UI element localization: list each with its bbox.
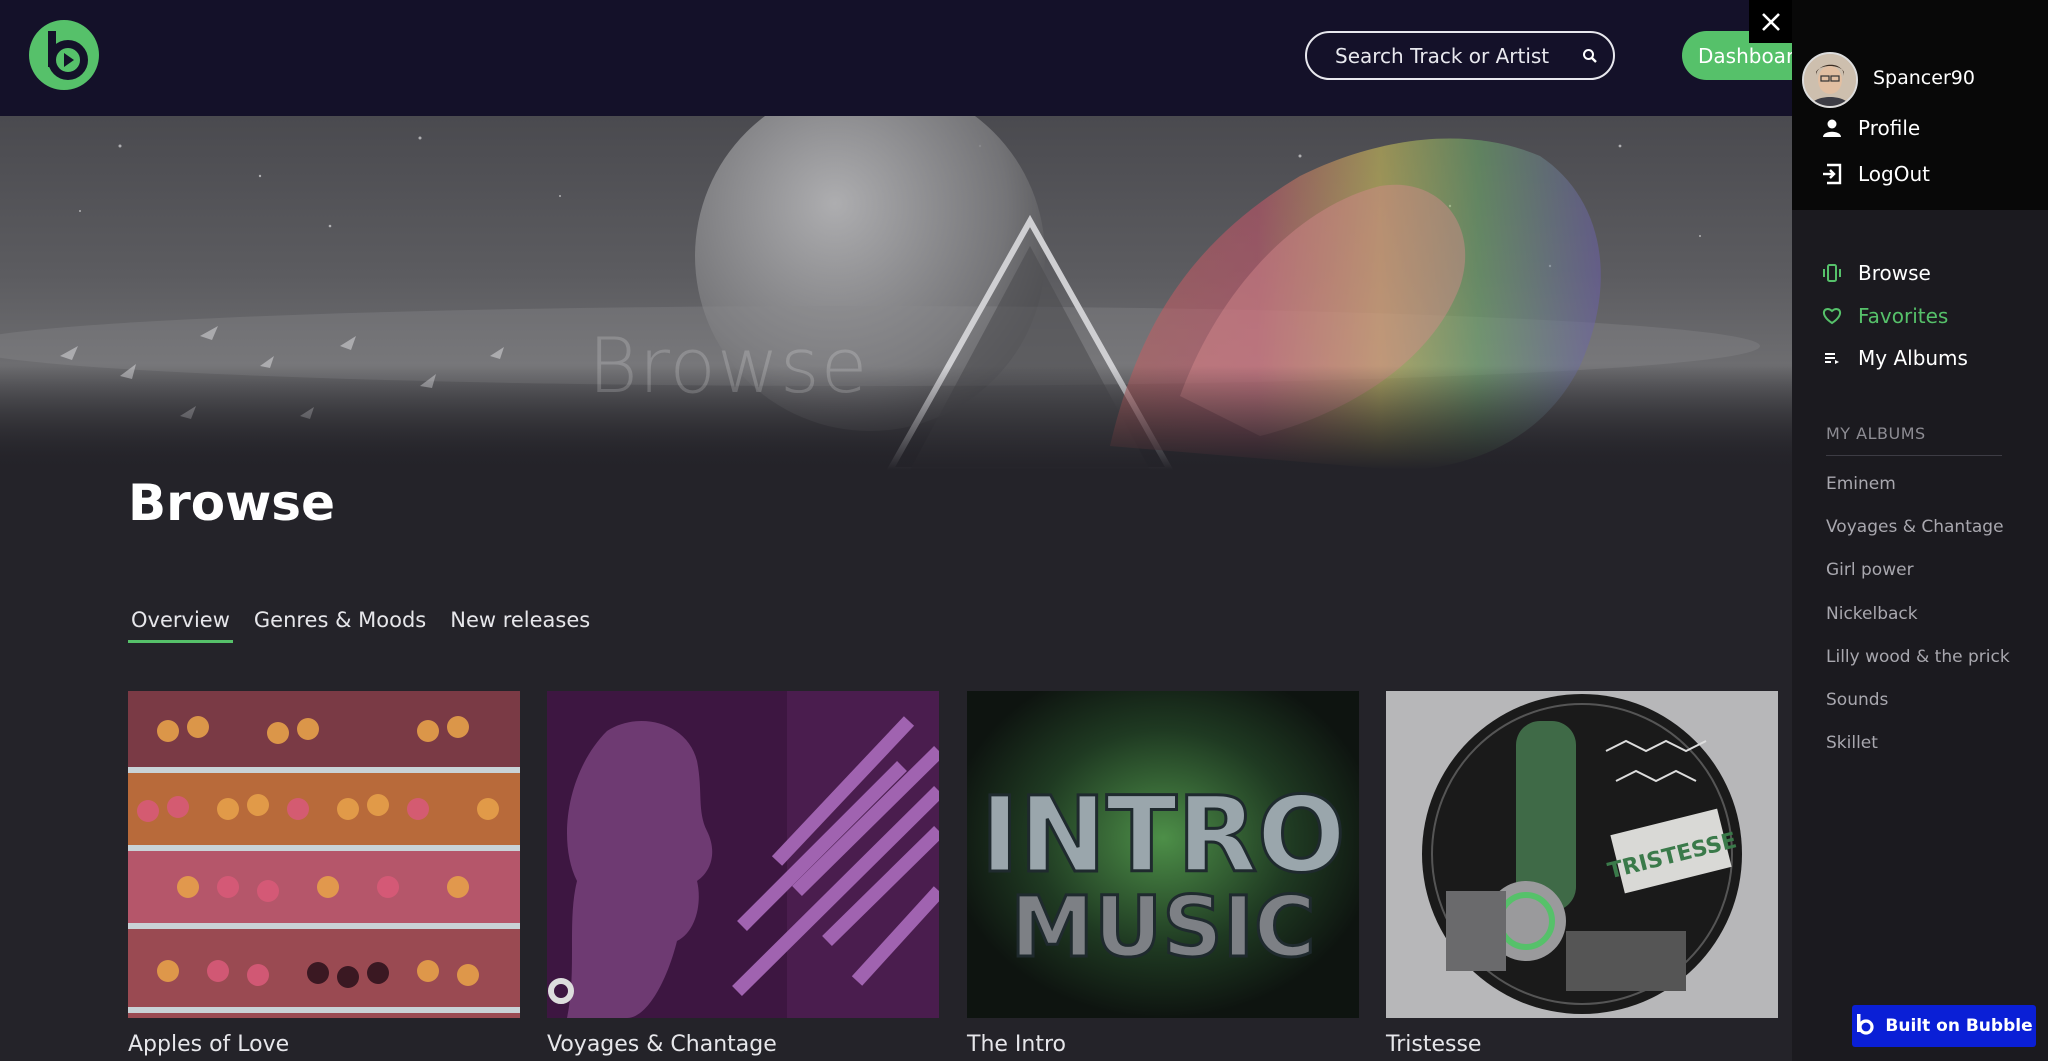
menu-item-label: LogOut bbox=[1858, 162, 1930, 186]
logout-icon bbox=[1820, 162, 1844, 186]
username: Spancer90 bbox=[1873, 67, 1975, 89]
menu-item-logout[interactable]: LogOut bbox=[1820, 162, 1930, 186]
search-input[interactable]: Search Track or Artist bbox=[1335, 44, 1567, 68]
person-icon bbox=[1820, 116, 1844, 140]
app-logo[interactable] bbox=[28, 19, 100, 91]
menu-item-label: Profile bbox=[1858, 116, 1921, 140]
hero-artwork bbox=[0, 116, 1792, 470]
nav-item-browse[interactable]: Browse bbox=[1820, 261, 1931, 285]
browse-tabs: Overview Genres & Moods New releases bbox=[128, 605, 593, 643]
album-card[interactable]: Apples of Love bbox=[128, 691, 520, 1057]
album-card[interactable]: Voyages & Chantage bbox=[547, 691, 939, 1057]
playlist-icon bbox=[1820, 346, 1844, 370]
cover-text-music: MUSIC bbox=[1010, 878, 1315, 976]
top-bar: Search Track or Artist Dashboard bbox=[0, 0, 2048, 116]
my-album-link[interactable]: Eminem bbox=[1826, 474, 1896, 494]
bubble-logo-icon bbox=[1855, 1013, 1875, 1040]
tab-genres-moods[interactable]: Genres & Moods bbox=[251, 605, 429, 643]
album-card[interactable]: INTRO MUSIC The Intro bbox=[967, 691, 1359, 1057]
album-title[interactable]: Voyages & Chantage bbox=[547, 1032, 939, 1057]
album-title[interactable]: Tristesse bbox=[1386, 1032, 1778, 1057]
vibrate-icon bbox=[1820, 261, 1844, 285]
tab-new-releases[interactable]: New releases bbox=[447, 605, 593, 643]
search-box[interactable]: Search Track or Artist bbox=[1305, 31, 1615, 80]
badge-label: Built on Bubble bbox=[1885, 1016, 2033, 1036]
album-cover-apples-of-love[interactable] bbox=[128, 691, 520, 1018]
album-title[interactable]: The Intro bbox=[967, 1032, 1359, 1057]
nav-item-label: Favorites bbox=[1858, 304, 1949, 328]
album-card[interactable]: TRISTESSE Tristesse bbox=[1386, 691, 1778, 1057]
hero-ghost-text: Browse bbox=[588, 321, 869, 410]
built-on-bubble-badge[interactable]: Built on Bubble bbox=[1852, 1005, 2036, 1047]
avatar[interactable] bbox=[1802, 52, 1858, 108]
nav-item-label: Browse bbox=[1858, 261, 1931, 285]
tab-overview[interactable]: Overview bbox=[128, 605, 233, 643]
album-cover-voyages-chantage[interactable] bbox=[547, 691, 939, 1018]
menu-item-profile[interactable]: Profile bbox=[1820, 116, 1920, 140]
my-album-link[interactable]: Lilly wood & the prick bbox=[1826, 647, 2010, 667]
close-icon[interactable] bbox=[1749, 0, 1792, 43]
my-album-link[interactable]: Sounds bbox=[1826, 690, 1888, 710]
nav-item-my-albums[interactable]: My Albums bbox=[1820, 346, 1968, 370]
search-icon[interactable] bbox=[1567, 34, 1613, 78]
heart-icon bbox=[1820, 304, 1844, 328]
page-title: Browse bbox=[128, 474, 335, 532]
my-album-link[interactable]: Skillet bbox=[1826, 733, 1878, 753]
hero-banner: Browse bbox=[0, 116, 1792, 470]
album-title[interactable]: Apples of Love bbox=[128, 1032, 520, 1057]
my-album-link[interactable]: Girl power bbox=[1826, 560, 1914, 580]
album-cover-the-intro[interactable]: INTRO MUSIC bbox=[967, 691, 1359, 1018]
album-cover-tristesse[interactable]: TRISTESSE bbox=[1386, 691, 1778, 1018]
divider bbox=[1826, 455, 2002, 456]
my-album-link[interactable]: Voyages & Chantage bbox=[1826, 517, 2004, 537]
nav-item-favorites[interactable]: Favorites bbox=[1820, 304, 1948, 328]
nav-item-label: My Albums bbox=[1858, 346, 1968, 370]
my-album-link[interactable]: Nickelback bbox=[1826, 604, 1918, 624]
my-albums-heading: MY ALBUMS bbox=[1826, 424, 1926, 443]
